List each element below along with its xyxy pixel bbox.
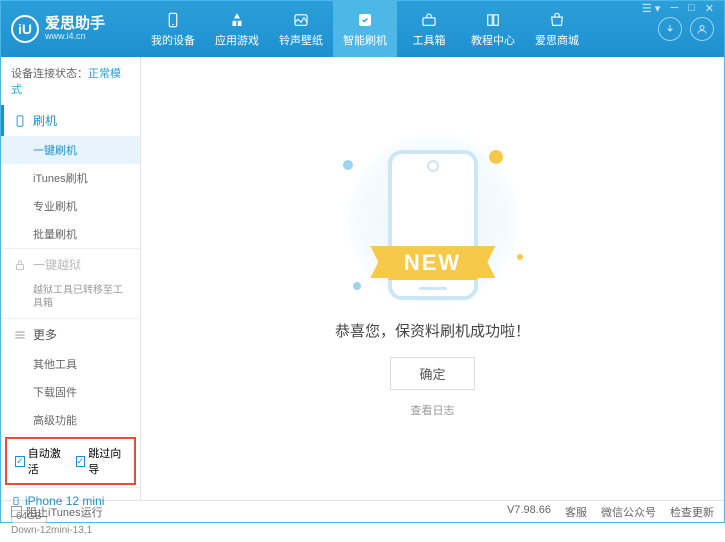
nav-smart-flash[interactable]: 智能刷机 — [333, 1, 397, 57]
success-message: 恭喜您，保资料刷机成功啦！ — [335, 320, 530, 341]
sidebar-item-download-firmware[interactable]: 下载固件 — [1, 378, 140, 406]
nav-label: 教程中心 — [471, 32, 515, 48]
download-button[interactable] — [658, 17, 682, 41]
jailbreak-note: 越狱工具已转移至工具箱 — [1, 280, 140, 318]
book-icon — [484, 11, 502, 29]
sidebar-more-header[interactable]: 更多 — [1, 319, 140, 350]
sidebar: 设备连接状态：正常模式 刷机 一键刷机 iTunes刷机 专业刷机 批量刷机 一… — [1, 57, 141, 500]
view-log-link[interactable]: 查看日志 — [411, 402, 455, 418]
minimize-button[interactable]: ─ — [667, 2, 681, 15]
close-button[interactable]: ✕ — [702, 2, 717, 15]
checkbox-auto-activate[interactable]: ✓ 自动激活 — [15, 445, 66, 477]
list-icon — [13, 328, 27, 342]
main-content: NEW 恭喜您，保资料刷机成功啦！ 确定 查看日志 — [141, 57, 724, 500]
checkbox-icon: ✓ — [15, 456, 25, 467]
sidebar-jailbreak-header[interactable]: 一键越狱 — [1, 249, 140, 280]
app-url: www.i4.cn — [45, 32, 105, 42]
menu-icon[interactable]: ☰ ▾ — [639, 2, 663, 15]
nav-tutorials[interactable]: 教程中心 — [461, 1, 525, 57]
nav-label: 爱思商城 — [535, 32, 579, 48]
store-icon — [548, 11, 566, 29]
sidebar-item-onekey-flash[interactable]: 一键刷机 — [1, 136, 140, 164]
nav-my-device[interactable]: 我的设备 — [141, 1, 205, 57]
version-label: V7.98.66 — [507, 504, 551, 520]
checkbox-skip-guide[interactable]: ✓ 跳过向导 — [76, 445, 127, 477]
nav-label: 工具箱 — [413, 32, 446, 48]
nav-store[interactable]: 爱思商城 — [525, 1, 589, 57]
checkbox-highlight-row: ✓ 自动激活 ✓ 跳过向导 — [5, 437, 136, 485]
apps-icon — [228, 11, 246, 29]
nav-toolbox[interactable]: 工具箱 — [397, 1, 461, 57]
sidebar-flash-header[interactable]: 刷机 — [1, 105, 140, 136]
phone-icon — [13, 114, 27, 128]
nav-label: 智能刷机 — [343, 32, 387, 48]
nav-label: 我的设备 — [151, 32, 195, 48]
nav-apps-games[interactable]: 应用游戏 — [205, 1, 269, 57]
logo-icon: iU — [11, 15, 39, 43]
success-illustration: NEW — [323, 140, 543, 300]
lock-icon — [13, 258, 27, 272]
device-meta: Down-12mini-13,1 — [11, 525, 130, 536]
new-ribbon: NEW — [388, 246, 477, 280]
flash-icon — [356, 11, 374, 29]
check-update-link[interactable]: 检查更新 — [670, 504, 714, 520]
toolbox-icon — [420, 11, 438, 29]
wechat-link[interactable]: 微信公众号 — [601, 504, 656, 520]
sidebar-item-pro-flash[interactable]: 专业刷机 — [1, 192, 140, 220]
checkbox-icon: ✓ — [76, 456, 86, 467]
customer-service-link[interactable]: 客服 — [565, 504, 587, 520]
nav-label: 铃声壁纸 — [279, 32, 323, 48]
checkbox-block-itunes[interactable]: 阻止iTunes运行 — [11, 504, 103, 520]
sidebar-item-other-tools[interactable]: 其他工具 — [1, 350, 140, 378]
ok-button[interactable]: 确定 — [390, 357, 474, 390]
checkbox-icon — [11, 506, 22, 517]
titlebar: iU 爱思助手 www.i4.cn 我的设备 应用游戏 铃声壁纸 智能刷机 工具… — [1, 1, 724, 57]
system-buttons: ☰ ▾ ─ □ ✕ — [639, 2, 717, 15]
app-title: 爱思助手 — [45, 16, 105, 33]
user-button[interactable] — [690, 17, 714, 41]
phone-icon — [164, 11, 182, 29]
nav-label: 应用游戏 — [215, 32, 259, 48]
maximize-button[interactable]: □ — [685, 2, 698, 15]
sidebar-item-advanced[interactable]: 高级功能 — [1, 406, 140, 434]
main-nav: 我的设备 应用游戏 铃声壁纸 智能刷机 工具箱 教程中心 爱思商城 — [141, 1, 658, 57]
logo: iU 爱思助手 www.i4.cn — [11, 15, 141, 43]
sidebar-item-batch-flash[interactable]: 批量刷机 — [1, 220, 140, 248]
connection-status: 设备连接状态：正常模式 — [1, 57, 140, 105]
wallpaper-icon — [292, 11, 310, 29]
nav-ringtone-wallpaper[interactable]: 铃声壁纸 — [269, 1, 333, 57]
sidebar-item-itunes-flash[interactable]: iTunes刷机 — [1, 164, 140, 192]
